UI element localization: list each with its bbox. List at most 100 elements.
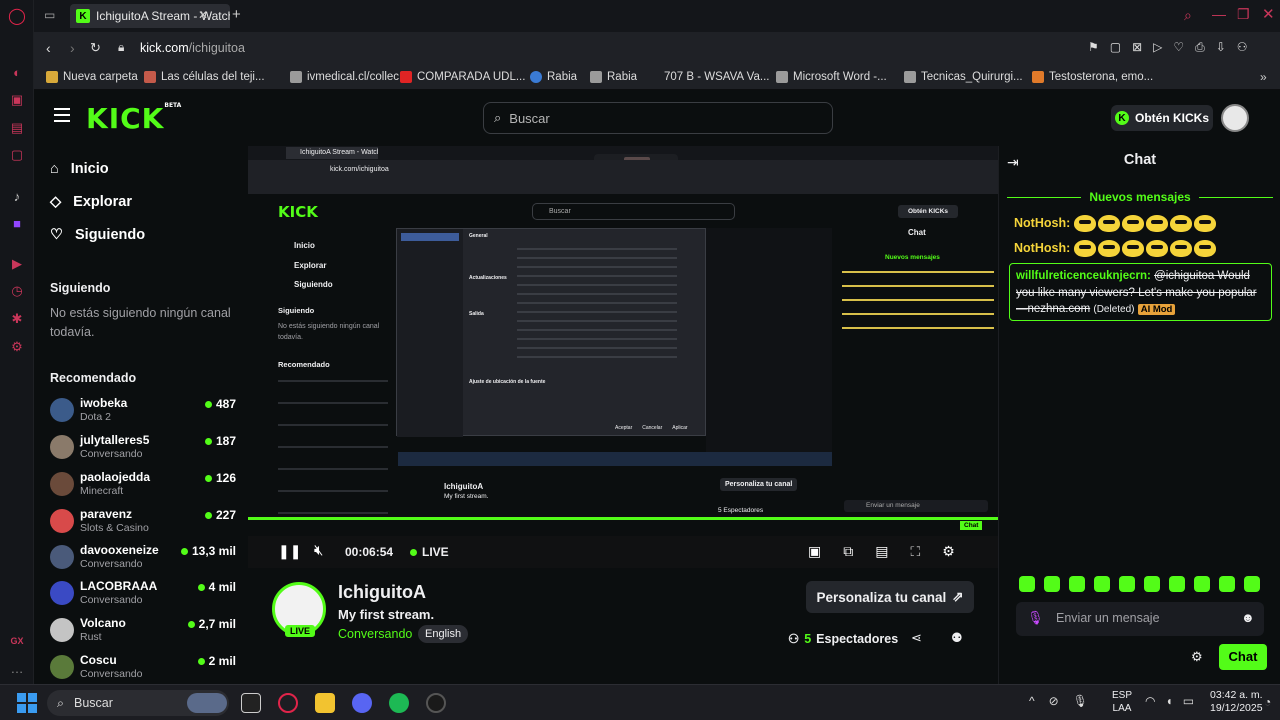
bookmark-icon: [290, 71, 302, 83]
deleted-message[interactable]: willfulreticenceuknjecrn: @ichiguitoa Wo…: [1009, 263, 1272, 321]
bookmark-item[interactable]: 707 B - WSAVA Va...: [664, 71, 769, 83]
twitch-icon[interactable]: ■: [9, 215, 25, 231]
kick-sidebar-icon[interactable]: ♪: [9, 188, 25, 204]
channel-info: LIVE IchiguitoA My first stream. Convers…: [248, 568, 998, 684]
follow-user-icon[interactable]: ⚉: [951, 630, 963, 646]
kick-logo[interactable]: KICKBETA: [86, 102, 181, 135]
chat-message[interactable]: NotHosh:: [1014, 240, 1218, 257]
tab-search-icon[interactable]: ▭: [44, 8, 60, 24]
chat-input[interactable]: 🎙︎ Enviar un mensaje ☻: [1016, 602, 1264, 636]
messenger-icon[interactable]: ▢: [9, 147, 25, 163]
search-tabs-icon[interactable]: ⌕: [1184, 7, 1192, 24]
kicks-coin-icon: K: [1114, 111, 1129, 125]
get-kicks-button[interactable]: K Obtén KICKs: [1111, 105, 1213, 131]
emote-icon: [1073, 240, 1096, 257]
recommended-channel[interactable]: Coscu Conversando 2 mil: [50, 653, 236, 687]
emote-icon: [1244, 576, 1260, 592]
recommended-channel[interactable]: julytalleres5 Conversando 187: [50, 433, 236, 467]
windows-start-icon[interactable]: [17, 693, 37, 713]
chat-message[interactable]: NotHosh:: [1014, 215, 1218, 232]
notifications-icon[interactable]: ◔: [1264, 695, 1271, 709]
language-indicator[interactable]: ESP LAA: [1112, 689, 1132, 715]
close-window-icon[interactable]: ✕: [1262, 5, 1275, 23]
menu-icon[interactable]: [54, 108, 70, 122]
inner-url: kick.com/ichiguitoa: [330, 166, 389, 173]
bookmark-item[interactable]: Microsoft Word -...: [776, 71, 887, 83]
live-viewers: 187: [204, 434, 236, 448]
recommended-channel[interactable]: paolaojedda Minecraft 126: [50, 470, 236, 504]
bookmark-item[interactable]: Las células del teji...: [144, 71, 265, 83]
bookmark-item[interactable]: ivmedical.cl/collec...: [290, 71, 409, 83]
more-icon[interactable]: …: [9, 660, 25, 676]
emote-icon: [1121, 240, 1144, 257]
live-indicator[interactable]: LIVE: [410, 545, 449, 559]
forward-icon[interactable]: ›: [70, 40, 75, 56]
settings-icon[interactable]: ⚙: [9, 339, 25, 355]
stream-progress-bar: [248, 517, 998, 520]
reload-icon[interactable]: ↻: [90, 40, 101, 56]
opera-logo-icon[interactable]: ◯: [8, 8, 26, 25]
customize-channel-button[interactable]: Personaliza tu canal ⇗: [806, 581, 974, 613]
bookmark-item[interactable]: COMPARADA UDL...: [400, 71, 525, 83]
avatar[interactable]: [1221, 104, 1249, 132]
search-input[interactable]: ⌕ Buscar: [483, 102, 833, 134]
recommended-channel[interactable]: Volcano Rust 2,7 mil: [50, 616, 236, 650]
file-explorer-icon[interactable]: [315, 693, 335, 713]
network-volume-battery-icons[interactable]: ◠◖▭: [1145, 694, 1204, 708]
recommended-channel[interactable]: LACOBRAAA Conversando 4 mil: [50, 579, 236, 613]
ai-mod-badge: AI Mod: [1137, 304, 1176, 315]
new-tab-button[interactable]: +: [232, 6, 241, 23]
recommended-channel[interactable]: davooxeneize Conversando 13,3 mil: [50, 543, 236, 577]
live-viewers: 487: [204, 397, 236, 411]
player-icon[interactable]: ▶: [9, 256, 25, 272]
emoji-icon[interactable]: ☻: [1241, 610, 1255, 625]
discord-icon[interactable]: [352, 693, 372, 713]
live-viewers: 2 mil: [197, 654, 236, 668]
notion-icon[interactable]: [241, 693, 261, 713]
following-empty: No estás siguiendo ningún canal todavía.: [50, 306, 231, 339]
recommended-channel[interactable]: paravenz Slots & Casino 227: [50, 507, 236, 541]
maximize-icon[interactable]: ❐: [1237, 6, 1250, 23]
obs-icon[interactable]: [426, 693, 446, 713]
nav-inicio[interactable]: ⌂ Inicio: [50, 161, 109, 177]
bookmark-item[interactable]: Nueva carpeta: [46, 71, 138, 83]
video-player[interactable]: IchiguitoA Stream - Watch ⧉RGX▮ kick.com…: [248, 146, 998, 568]
nav-explorar[interactable]: ◇ Explorar: [50, 194, 132, 210]
language-tag[interactable]: English: [418, 625, 469, 643]
toolbar-icons[interactable]: ⚑▢⊠▷♡⎙⇩⚇: [1088, 40, 1259, 55]
send-chat-button[interactable]: Chat: [1219, 644, 1267, 670]
clock-icon[interactable]: ◷: [9, 283, 25, 299]
opera-gx-icon[interactable]: [278, 693, 298, 713]
history-icon[interactable]: ▤: [9, 120, 25, 136]
emote-picker-row[interactable]: [1019, 576, 1260, 592]
recommended-channel[interactable]: iwobeka Dota 2 487: [50, 396, 236, 430]
taskbar: ⌕ Buscar ^⊘🎙︎ ESP LAA ◠◖▭ 03:42 a. m. 19/12…: [0, 684, 1280, 720]
clock[interactable]: 03:42 a. m. 19/12/2025: [1210, 689, 1263, 715]
mic-icon[interactable]: 🎙︎: [1027, 610, 1044, 626]
kick-favicon-icon: K: [76, 9, 90, 23]
player-right-controls[interactable]: ▣⧉▤⛶⚙: [808, 543, 977, 560]
mute-icon[interactable]: 🔇︎: [314, 542, 323, 559]
url-field[interactable]: kick.com/ichiguitoa: [140, 41, 245, 55]
close-tab-icon[interactable]: ✕: [198, 8, 208, 22]
minimize-icon[interactable]: —: [1212, 6, 1226, 22]
gx-icon[interactable]: GX: [9, 633, 25, 649]
more-bookmarks-icon[interactable]: »: [1260, 70, 1267, 84]
bookmark-item[interactable]: Rabia: [530, 71, 577, 83]
pause-icon[interactable]: ❚❚: [278, 543, 301, 560]
bookmark-item[interactable]: Tecnicas_Quirurgi...: [904, 71, 1023, 83]
stream-category[interactable]: Conversando: [338, 627, 412, 641]
channel-name[interactable]: IchiguitoA: [338, 582, 426, 603]
chat-settings-icon[interactable]: ⚙: [1191, 649, 1203, 665]
extensions-icon[interactable]: ✱: [9, 311, 25, 327]
spotify-icon[interactable]: [389, 693, 409, 713]
tray-icons[interactable]: ^⊘🎙︎: [1029, 694, 1102, 708]
aria-icon[interactable]: ◐: [9, 64, 25, 80]
bookmark-item[interactable]: Testosterona, emo...: [1032, 71, 1153, 83]
back-icon[interactable]: ‹: [46, 40, 51, 56]
new-messages-divider: Nuevos mensajes: [1007, 190, 1274, 204]
workspace-icon[interactable]: ▣: [9, 92, 25, 108]
share-icon[interactable]: ⋖: [911, 630, 922, 646]
bookmark-item[interactable]: Rabia: [590, 71, 637, 83]
nav-siguiendo[interactable]: ♡ Siguiendo: [50, 227, 145, 243]
